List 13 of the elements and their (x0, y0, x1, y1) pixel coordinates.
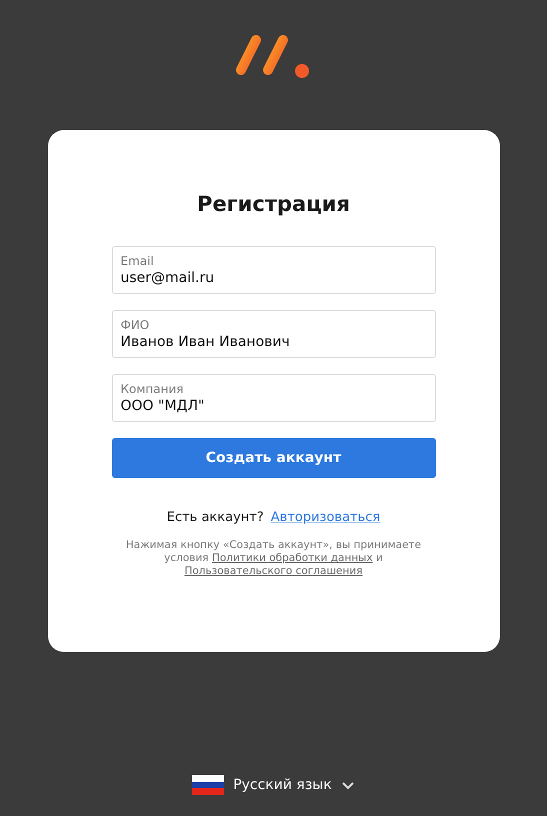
terms-text: Нажимая кнопку «Создать аккаунт», вы принимаете условия Политики обработки данных и Пользовательского соглашения (124, 539, 422, 578)
chevron-down-icon (340, 780, 355, 790)
language-selector[interactable]: Русский язык (192, 775, 355, 795)
input-field[interactable]: ФИО Иванов Иван Иванович (112, 310, 436, 358)
page-title: Регистрация (197, 192, 350, 216)
login-link[interactable]: Авторизоваться (270, 510, 380, 525)
login-prompt: Есть аккаунт? (166, 510, 264, 525)
input-field[interactable]: Компания ООО "МДЛ" (112, 374, 436, 422)
terms-link[interactable]: Политики обработки данных (212, 552, 373, 564)
terms-link[interactable]: Пользовательского соглашения (184, 565, 363, 577)
create-account-button[interactable]: Создать аккаунт (112, 438, 436, 478)
input-field[interactable]: Email user@mail.ru (112, 246, 436, 294)
flag-icon (192, 775, 224, 795)
